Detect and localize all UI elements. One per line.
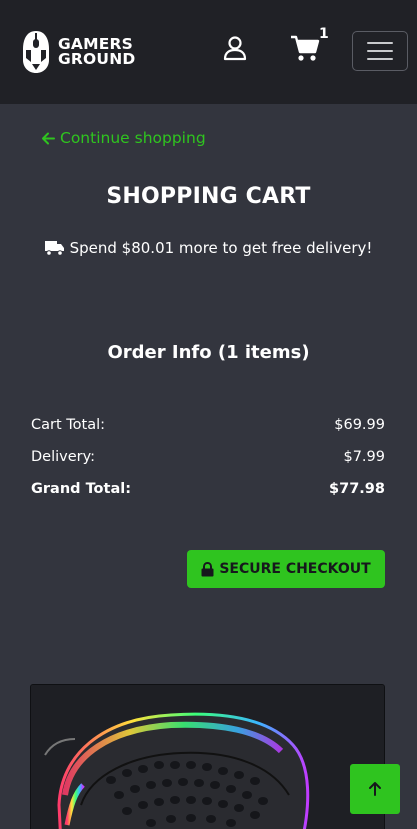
- lock-icon: [201, 561, 214, 576]
- cart-total-label: Cart Total:: [31, 417, 106, 433]
- cart-item-card: [30, 684, 385, 829]
- product-image[interactable]: [31, 685, 385, 829]
- user-icon: [223, 36, 247, 61]
- cart-total-row: Cart Total: $69.99: [31, 417, 385, 433]
- brand-line-2: GROUND: [58, 50, 136, 68]
- grand-total-row: Grand Total: $77.98: [31, 481, 385, 497]
- cart-count-badge: 1: [319, 26, 329, 42]
- continue-shopping-label: Continue shopping: [60, 129, 206, 147]
- cart-icon: [291, 35, 320, 61]
- arrow-up-icon: [369, 782, 381, 796]
- hamburger-menu-icon: [367, 42, 393, 44]
- mouse-logo-icon: [23, 31, 49, 73]
- delivery-value: $7.99: [343, 449, 385, 465]
- arrow-left-icon: [42, 132, 55, 144]
- grand-total-value: $77.98: [329, 481, 385, 497]
- free-delivery-text: Spend $80.01 more to get free delivery!: [69, 239, 373, 257]
- secure-checkout-label: SECURE CHECKOUT: [219, 561, 371, 577]
- cart-total-value: $69.99: [334, 417, 385, 433]
- brand-text: GAMERS GROUND: [58, 36, 136, 68]
- menu-toggle-button[interactable]: [352, 31, 408, 71]
- grand-total-label: Grand Total:: [31, 481, 131, 497]
- delivery-label: Delivery:: [31, 449, 96, 465]
- order-info-title: Order Info (1 items): [107, 342, 310, 363]
- cart-link[interactable]: [290, 34, 320, 62]
- continue-shopping-link[interactable]: Continue shopping: [41, 129, 206, 147]
- free-delivery-notice: Spend $80.01 more to get free delivery!: [0, 239, 417, 257]
- secure-checkout-button[interactable]: SECURE CHECKOUT: [187, 550, 385, 588]
- back-to-top-button[interactable]: [350, 764, 400, 814]
- account-link[interactable]: [222, 35, 248, 61]
- delivery-row: Delivery: $7.99: [31, 449, 385, 465]
- navbar: GAMERS GROUND 1: [0, 0, 417, 104]
- page-title: SHOPPING CART: [106, 184, 311, 209]
- brand-logo-link[interactable]: GAMERS GROUND: [22, 29, 150, 75]
- truck-icon: [44, 241, 64, 256]
